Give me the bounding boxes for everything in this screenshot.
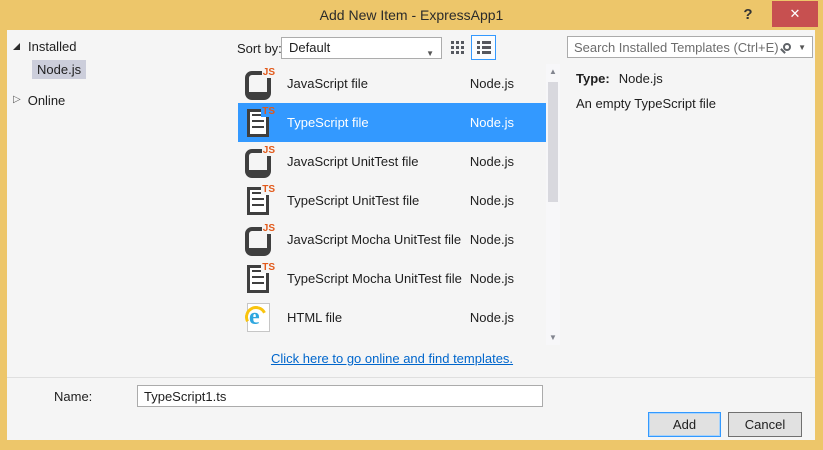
javascript-file-icon: JS bbox=[242, 224, 274, 256]
dialog-border-bottom bbox=[0, 440, 823, 450]
template-details-panel: Type: Node.js An empty TypeScript file bbox=[576, 71, 806, 111]
javascript-file-icon: JS bbox=[242, 68, 274, 100]
sidebar-item-nodejs[interactable]: Node.js bbox=[32, 60, 86, 78]
template-description: An empty TypeScript file bbox=[576, 96, 806, 111]
sidebar-item-label: Installed bbox=[28, 39, 76, 54]
search-options-chevron-icon[interactable]: ▼ bbox=[798, 43, 806, 52]
title-bar[interactable]: Add New Item - ExpressApp1 bbox=[0, 0, 823, 30]
help-icon: ? bbox=[743, 6, 752, 23]
dialog-title: Add New Item - ExpressApp1 bbox=[320, 7, 504, 23]
sidebar-item-installed[interactable]: Installed bbox=[13, 37, 76, 55]
search-icon[interactable] bbox=[783, 43, 791, 51]
list-item-typescript-unittest-file[interactable]: TS TypeScript UnitTest file Node.js bbox=[238, 181, 546, 220]
list-item-typescript-file[interactable]: TS TypeScript file Node.js bbox=[238, 103, 546, 142]
cancel-button[interactable]: Cancel bbox=[728, 412, 802, 437]
typescript-file-icon: TS bbox=[242, 263, 274, 295]
footer-divider bbox=[7, 377, 815, 378]
scrollbar-thumb[interactable] bbox=[548, 82, 558, 202]
javascript-file-icon: JS bbox=[242, 146, 274, 178]
sort-dropdown-value: Default bbox=[289, 40, 330, 55]
list-item-javascript-unittest-file[interactable]: JS JavaScript UnitTest file Node.js bbox=[238, 142, 546, 181]
type-value: Node.js bbox=[619, 71, 663, 86]
sidebar-item-label: Node.js bbox=[32, 60, 86, 79]
list-item-javascript-file[interactable]: JS JavaScript file Node.js bbox=[238, 64, 546, 103]
html-file-icon: e bbox=[242, 302, 274, 334]
sort-by-label: Sort by: bbox=[237, 41, 282, 56]
grid-view-icon bbox=[451, 41, 464, 54]
typescript-file-icon: TS bbox=[242, 107, 274, 139]
list-scrollbar[interactable]: ▲ ▼ bbox=[546, 64, 560, 345]
scroll-up-icon[interactable]: ▲ bbox=[546, 67, 560, 76]
close-button[interactable]: ✕ bbox=[772, 1, 818, 27]
list-view-icon bbox=[477, 41, 491, 54]
list-view-button[interactable] bbox=[471, 35, 496, 60]
typescript-file-icon: TS bbox=[242, 185, 274, 217]
chevron-expanded-icon bbox=[13, 43, 20, 50]
add-button[interactable]: Add bbox=[648, 412, 721, 437]
chevron-down-icon: ▼ bbox=[426, 44, 434, 64]
chevron-collapsed-icon: ▷ bbox=[13, 95, 21, 105]
scroll-down-icon[interactable]: ▼ bbox=[546, 333, 560, 342]
name-input[interactable] bbox=[137, 385, 543, 407]
search-box: ▼ bbox=[567, 36, 813, 58]
help-button[interactable]: ? bbox=[737, 3, 759, 27]
add-new-item-dialog: Add New Item - ExpressApp1 ? ✕ Installed… bbox=[0, 0, 823, 450]
dialog-border-left bbox=[0, 30, 7, 450]
sidebar-item-online[interactable]: ▷ Online bbox=[13, 91, 65, 109]
name-label: Name: bbox=[54, 389, 92, 404]
template-list: JS JavaScript file Node.js TS TypeScript… bbox=[238, 64, 546, 337]
dialog-border-right bbox=[815, 30, 823, 450]
sidebar-item-label: Online bbox=[28, 93, 66, 108]
close-icon: ✕ bbox=[790, 6, 801, 21]
sort-dropdown[interactable]: Default ▼ bbox=[281, 37, 442, 59]
list-item-typescript-mocha-unittest-file[interactable]: TS TypeScript Mocha UnitTest file Node.j… bbox=[238, 259, 546, 298]
list-item-html-file[interactable]: e HTML file Node.js bbox=[238, 298, 546, 337]
list-item-javascript-mocha-unittest-file[interactable]: JS JavaScript Mocha UnitTest file Node.j… bbox=[238, 220, 546, 259]
go-online-link[interactable]: Click here to go online and find templat… bbox=[238, 351, 546, 366]
search-input[interactable] bbox=[568, 40, 783, 55]
small-icons-view-button[interactable] bbox=[446, 36, 469, 59]
type-label: Type: bbox=[576, 71, 610, 86]
